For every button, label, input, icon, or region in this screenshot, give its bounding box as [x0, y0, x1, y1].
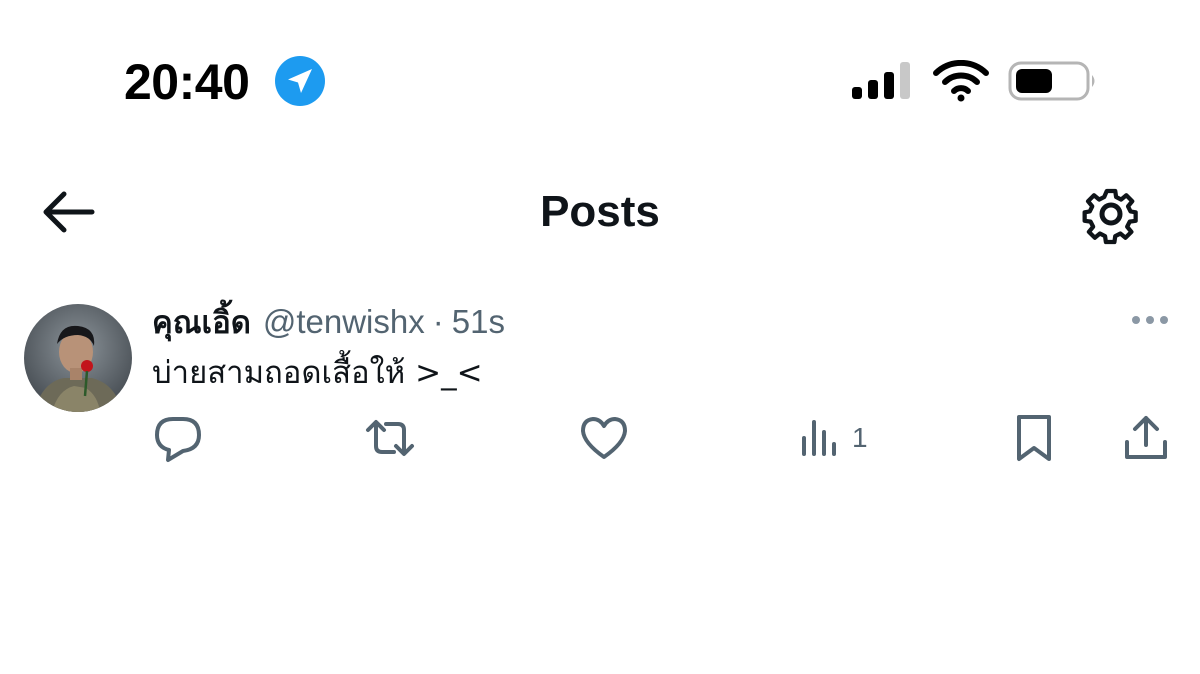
more-options-icon[interactable]	[1128, 305, 1172, 335]
reply-icon	[155, 417, 201, 462]
like-icon	[581, 417, 627, 459]
settings-gear-icon[interactable]	[1080, 183, 1142, 245]
views-count: 1	[852, 422, 868, 453]
bookmark-icon	[1017, 415, 1051, 461]
wifi-icon	[933, 60, 989, 102]
repost-button[interactable]	[364, 412, 416, 464]
views-button[interactable]: 1	[794, 412, 868, 464]
share-icon	[1125, 416, 1167, 459]
avatar-photo	[24, 304, 132, 412]
post-timestamp[interactable]: 51s	[452, 300, 505, 344]
separator-dot: ·	[432, 303, 444, 340]
battery-icon	[1008, 61, 1095, 101]
post-header: คุณเอิ้ด @tenwishx · 51s	[152, 300, 505, 344]
post-text: บ่ายสามถอดเสื้อให้ >_<	[152, 355, 483, 391]
page-title: Posts	[540, 187, 660, 236]
views-icon	[802, 420, 836, 456]
cellular-signal-icon	[852, 62, 910, 99]
status-time: 20:40	[124, 54, 250, 110]
user-handle[interactable]: @tenwishx	[263, 300, 425, 344]
reply-button[interactable]	[152, 412, 204, 464]
share-button[interactable]	[1120, 412, 1172, 464]
repost-icon	[366, 420, 414, 456]
bookmark-button[interactable]	[1008, 412, 1060, 464]
screen: 20:40 Posts คุณเอิ้ด @tenwishx · 51s บ่า…	[0, 0, 1200, 674]
location-arrow-icon	[275, 56, 325, 106]
display-name[interactable]: คุณเอิ้ด	[152, 301, 251, 345]
like-button[interactable]	[578, 412, 630, 464]
avatar[interactable]	[24, 304, 132, 412]
